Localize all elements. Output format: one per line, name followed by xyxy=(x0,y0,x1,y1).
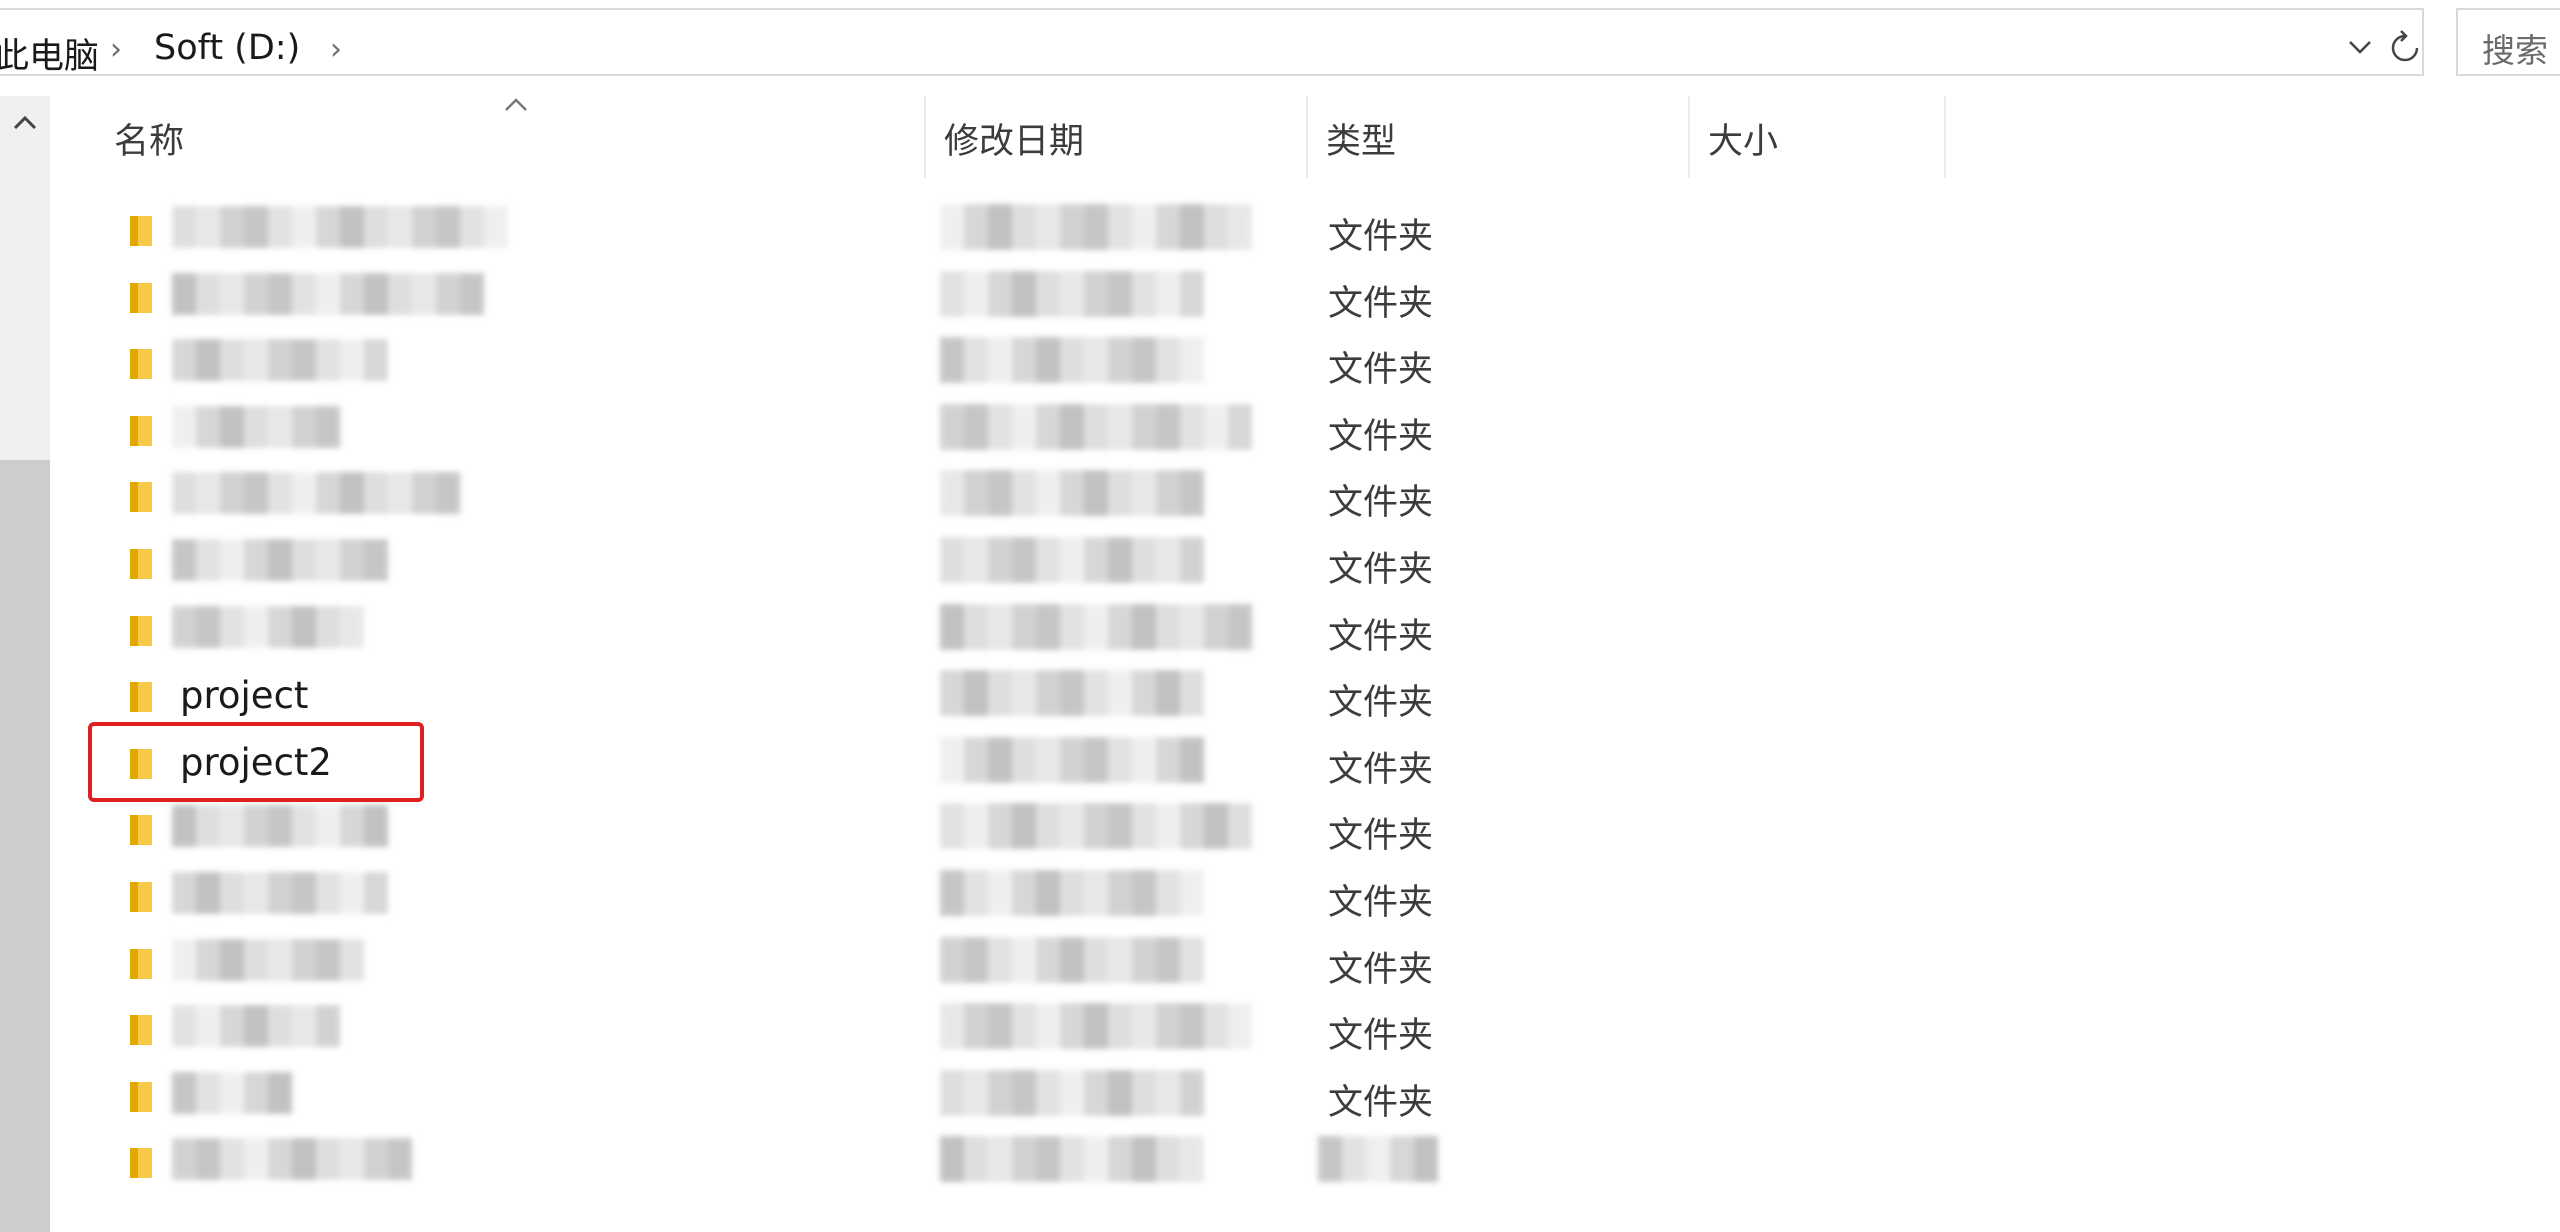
folder-icon xyxy=(130,548,152,579)
scrollbar-thumb[interactable] xyxy=(0,460,50,1232)
redacted-mosaic xyxy=(172,605,364,648)
redacted-mosaic xyxy=(172,405,340,448)
folder-icon xyxy=(130,1081,152,1112)
folder-icon xyxy=(130,615,152,646)
file-type: 文件夹 xyxy=(1328,1016,1434,1057)
redacted-mosaic xyxy=(940,204,1252,250)
address-bar-area: 此电脑 › Soft (D:) › 搜索 xyxy=(0,0,2560,90)
redacted-mosaic xyxy=(940,403,1252,450)
folder-icon xyxy=(130,482,152,513)
redacted-mosaic xyxy=(940,736,1204,783)
file-row[interactable]: 文件夹 xyxy=(60,529,2500,596)
file-row[interactable]: project 文件夹 xyxy=(60,662,2500,729)
redacted-mosaic xyxy=(940,869,1204,916)
redacted-mosaic xyxy=(172,805,388,848)
file-row[interactable] xyxy=(60,1128,2500,1195)
file-list: 文件夹 文件夹 文件夹 文件夹 文件夹 文件夹 文件夹 project 文件夹 project2 文… xyxy=(60,196,2500,1195)
address-bar[interactable]: 此电脑 › Soft (D:) › xyxy=(0,8,2424,79)
file-type: 文件夹 xyxy=(1328,217,1434,257)
redacted-mosaic xyxy=(172,206,508,248)
column-divider[interactable] xyxy=(1306,96,1308,178)
column-header-name[interactable]: 名称 xyxy=(114,113,184,164)
breadcrumb-chevron-icon[interactable]: › xyxy=(330,32,342,67)
redacted-mosaic xyxy=(172,1071,292,1114)
redacted-mosaic xyxy=(940,936,1204,983)
redacted-mosaic xyxy=(172,871,388,914)
folder-icon xyxy=(130,682,152,713)
redacted-mosaic xyxy=(172,1005,340,1048)
column-divider[interactable] xyxy=(1688,96,1690,178)
redacted-mosaic xyxy=(172,538,388,581)
file-type: 文件夹 xyxy=(1328,1082,1434,1123)
file-type: 文件夹 xyxy=(1328,683,1434,724)
column-header-modified[interactable]: 修改日期 xyxy=(944,113,1084,164)
redacted-mosaic xyxy=(172,472,460,515)
file-type: 文件夹 xyxy=(1328,949,1434,990)
file-row[interactable]: 文件夹 xyxy=(60,263,2500,330)
redacted-mosaic xyxy=(940,1003,1252,1050)
file-type: 文件夹 xyxy=(1328,350,1434,391)
redacted-mosaic xyxy=(940,603,1252,650)
file-row[interactable]: 文件夹 xyxy=(60,1062,2500,1129)
folder-icon xyxy=(130,216,152,246)
redacted-mosaic xyxy=(940,1069,1204,1116)
column-divider[interactable] xyxy=(924,96,926,178)
file-row[interactable]: 文件夹 xyxy=(60,596,2500,663)
file-name[interactable]: project xyxy=(180,674,308,717)
file-type: 文件夹 xyxy=(1328,416,1434,457)
redacted-mosaic xyxy=(172,339,388,382)
file-row[interactable]: 文件夹 xyxy=(60,862,2500,929)
folder-icon xyxy=(130,349,152,380)
redacted-mosaic xyxy=(940,670,1204,717)
file-row[interactable]: 文件夹 xyxy=(60,196,2500,263)
file-type: 文件夹 xyxy=(1328,483,1434,524)
redacted-mosaic xyxy=(172,1138,412,1181)
file-row[interactable]: 文件夹 xyxy=(60,396,2500,463)
redacted-mosaic xyxy=(940,270,1204,317)
file-row[interactable]: 文件夹 xyxy=(60,462,2500,529)
file-row[interactable]: 文件夹 xyxy=(60,795,2500,862)
file-type: 文件夹 xyxy=(1328,616,1434,657)
file-row[interactable]: 文件夹 xyxy=(60,995,2500,1062)
redacted-mosaic xyxy=(172,938,364,981)
column-header-size[interactable]: 大小 xyxy=(1708,113,1778,164)
file-row[interactable]: project2 文件夹 xyxy=(60,729,2500,796)
column-header-row: 名称 修改日期 类型 大小 xyxy=(60,96,2560,178)
file-type: 文件夹 xyxy=(1328,749,1434,790)
folder-icon xyxy=(130,1148,152,1179)
redacted-mosaic xyxy=(940,470,1204,517)
folder-icon xyxy=(130,815,152,846)
redacted-mosaic xyxy=(940,803,1252,850)
redacted-mosaic xyxy=(1318,1136,1438,1183)
search-input[interactable]: 搜索 xyxy=(2456,8,2560,76)
scroll-up-icon[interactable] xyxy=(8,108,42,138)
sort-ascending-icon xyxy=(505,98,527,111)
search-placeholder: 搜索 xyxy=(2482,31,2548,70)
vertical-scrollbar[interactable] xyxy=(0,96,50,1232)
breadcrumb-separator-icon[interactable]: › xyxy=(110,32,122,67)
folder-icon xyxy=(130,415,152,446)
folder-icon xyxy=(130,1015,152,1046)
highlight-box xyxy=(88,722,424,802)
redacted-mosaic xyxy=(172,272,484,315)
column-header-type[interactable]: 类型 xyxy=(1326,113,1396,164)
column-divider[interactable] xyxy=(1944,96,1946,178)
redacted-mosaic xyxy=(940,536,1204,583)
redacted-mosaic xyxy=(940,1136,1204,1183)
folder-icon xyxy=(130,881,152,912)
file-row[interactable]: 文件夹 xyxy=(60,929,2500,996)
folder-icon xyxy=(130,948,152,979)
folder-icon xyxy=(130,282,152,313)
chevron-down-icon[interactable] xyxy=(2345,32,2375,62)
file-type: 文件夹 xyxy=(1328,882,1434,923)
breadcrumb-soft-d[interactable]: Soft (D:) xyxy=(154,28,300,68)
file-type: 文件夹 xyxy=(1328,816,1434,857)
breadcrumb-this-pc[interactable]: 此电脑 xyxy=(0,28,99,79)
file-row[interactable]: 文件夹 xyxy=(60,329,2500,396)
file-type: 文件夹 xyxy=(1328,283,1434,324)
redacted-mosaic xyxy=(940,337,1204,384)
refresh-icon[interactable] xyxy=(2388,28,2422,68)
file-type: 文件夹 xyxy=(1328,549,1434,590)
